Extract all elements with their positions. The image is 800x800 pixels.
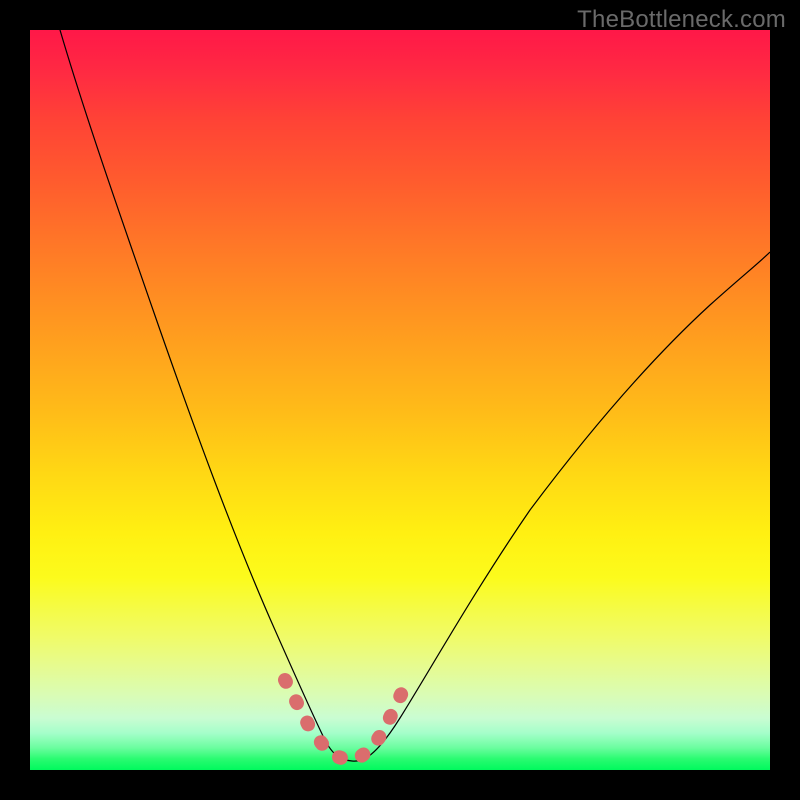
chart-plot-area bbox=[30, 30, 770, 770]
highlight-markers bbox=[285, 680, 408, 760]
curve-left-branch bbox=[60, 30, 342, 759]
curve-right-branch bbox=[362, 252, 770, 760]
watermark-text: TheBottleneck.com bbox=[577, 6, 786, 34]
chart-svg bbox=[30, 30, 770, 770]
